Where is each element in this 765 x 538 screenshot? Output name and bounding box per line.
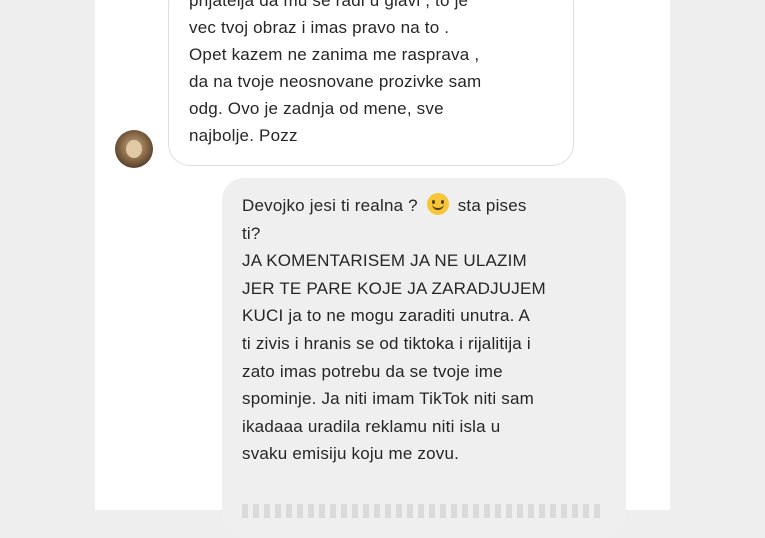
message-fragment: Devojko jesi ti realna ?	[242, 196, 418, 215]
received-message-bubble[interactable]: prijatelja da mu se radi u glavi , to je…	[168, 0, 574, 166]
message-line: Devojko jesi ti realna ? sta pises	[242, 192, 614, 220]
message-line: vec tvoj obraz i imas pravo na to .	[189, 18, 450, 37]
received-message-text: prijatelja da mu se radi u glavi , to je…	[189, 0, 565, 149]
message-line: JA KOMENTARISEM JA NE ULAZIM	[242, 251, 527, 271]
sent-message-text: Devojko jesi ti realna ? sta pises ti? J…	[242, 192, 614, 468]
message-line: odg. Ovo je zadnja od mene, sve	[189, 99, 444, 118]
message-line: prijatelja da mu se radi u glavi , to je	[189, 0, 469, 10]
message-fragment: sta pises	[457, 196, 527, 215]
message-line: zato imas potrebu da se tvoje ime	[242, 361, 503, 381]
message-line: ti zivis i hranis se od tiktoka i rijali…	[242, 333, 531, 353]
sender-avatar[interactable]	[115, 130, 153, 168]
sent-message-bubble[interactable]: Devojko jesi ti realna ? sta pises ti? J…	[222, 178, 626, 538]
message-line: spominje. Ja niti imam TikTok niti sam	[242, 389, 534, 409]
message-line: JER TE PARE KOJE JA ZARADJUJEM	[242, 278, 546, 298]
message-line: najbolje. Pozz	[189, 126, 298, 145]
message-line: ti?	[242, 223, 261, 243]
cropped-text-row	[242, 504, 602, 518]
avatar-face	[126, 140, 142, 158]
message-line: KUCI ja to ne mogu zaraditi unutra. A	[242, 306, 531, 326]
smiling-face-emoji-icon	[426, 193, 449, 215]
message-line: Opet kazem ne zanima me rasprava ,	[189, 45, 480, 64]
message-line: svaku emisiju koju me zovu.	[242, 444, 460, 464]
message-line: da na tvoje neosnovane prozivke sam	[189, 72, 482, 91]
message-line: ikadaaa uradila reklamu niti isla u	[242, 416, 501, 436]
